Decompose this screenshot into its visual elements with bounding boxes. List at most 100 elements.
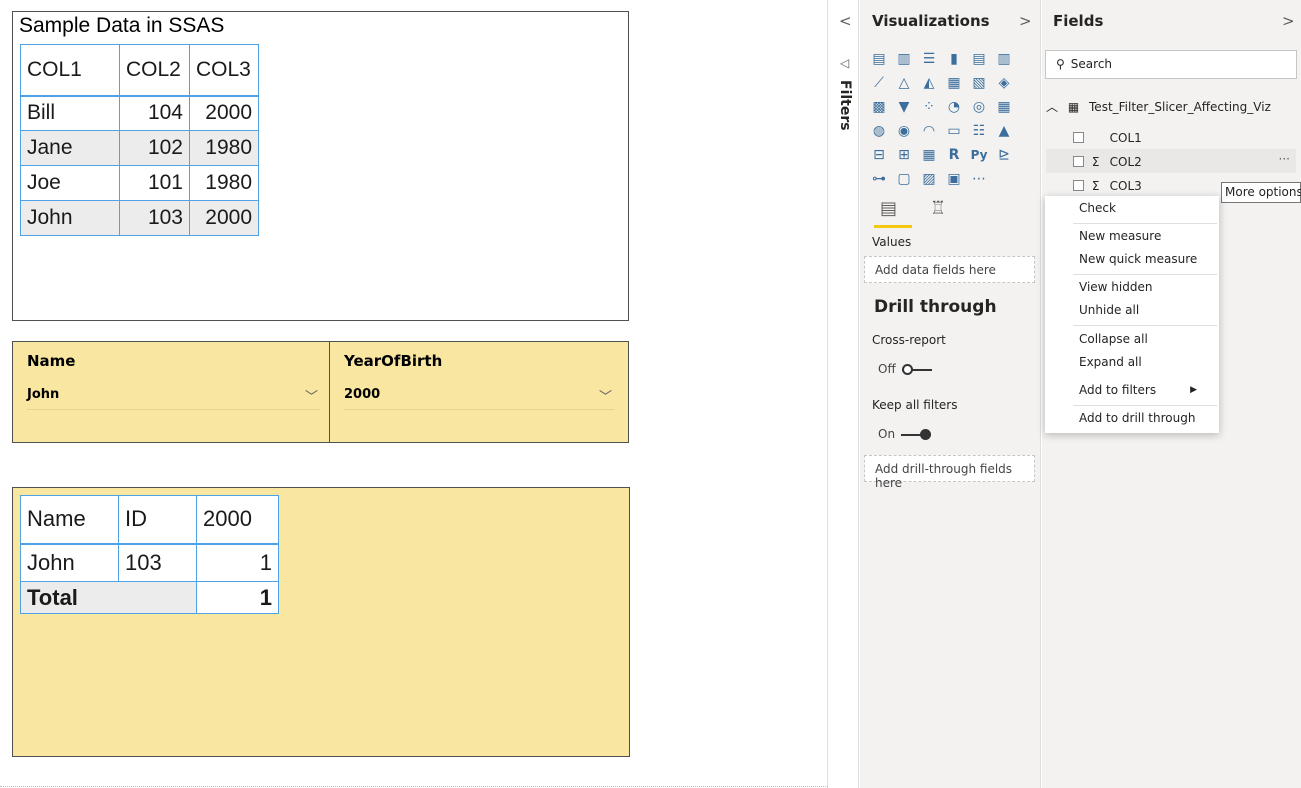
matrix-icon[interactable]: ▦: [918, 146, 940, 164]
name-slicer-dropdown[interactable]: John ﹀: [27, 380, 320, 410]
report-canvas: Sample Data in SSAS COL1 COL2 COL3 Bill …: [0, 0, 828, 788]
year-slicer[interactable]: YearOfBirth 2000 ﹀: [329, 341, 629, 443]
ribbon-chart-icon[interactable]: ◈: [993, 74, 1015, 92]
year-slicer-dropdown[interactable]: 2000 ﹀: [344, 380, 614, 410]
active-tab-indicator: [874, 225, 912, 228]
menu-item-check[interactable]: Check: [1045, 197, 1219, 219]
column-header[interactable]: ID: [118, 495, 197, 545]
menu-item-new-quick-measure[interactable]: New quick measure: [1045, 248, 1219, 270]
table-cell: 2000: [189, 200, 259, 236]
card-icon[interactable]: ▭: [943, 122, 965, 140]
field-item[interactable]: COL1: [1046, 125, 1296, 149]
line-chart-icon[interactable]: ⟋: [868, 74, 890, 92]
table-node[interactable]: ︿ ▦ Test_Filter_Slicer_Affecting_Viz: [1046, 98, 1271, 115]
field-checkbox[interactable]: [1073, 180, 1084, 191]
donut-chart-icon[interactable]: ◎: [968, 98, 990, 116]
100-column-chart-icon[interactable]: ▥: [993, 50, 1015, 68]
values-label: Values: [872, 235, 912, 249]
more-options-tooltip: More options: [1221, 182, 1301, 203]
chevron-left-icon[interactable]: <: [839, 12, 852, 30]
chevron-down-icon[interactable]: ﹀: [599, 386, 612, 405]
chevron-up-icon[interactable]: ︿: [1046, 100, 1058, 114]
chevron-right-icon[interactable]: >: [1282, 12, 1295, 30]
gauge-icon[interactable]: ◠: [918, 122, 940, 140]
line-stacked-column-icon[interactable]: ▧: [968, 74, 990, 92]
column-header[interactable]: COL2: [119, 44, 190, 97]
pie-chart-icon[interactable]: ◔: [943, 98, 965, 116]
fields-tab-icon[interactable]: ▤: [880, 198, 897, 219]
total-label: Total: [20, 581, 197, 614]
filtered-matrix-visual[interactable]: Name ID 2000 John 103 1 Total 1: [12, 487, 630, 757]
format-paint-roller-icon[interactable]: ♖: [930, 198, 946, 219]
paginated-report-icon[interactable]: ▨: [918, 170, 940, 188]
more-options-icon[interactable]: ···: [1279, 152, 1290, 166]
multi-row-card-icon[interactable]: ☷: [968, 122, 990, 140]
decomposition-tree-icon[interactable]: ⊶: [868, 170, 890, 188]
table-row: Bill 104 2000: [20, 95, 259, 131]
stacked-area-chart-icon[interactable]: ◭: [918, 74, 940, 92]
clustered-bar-chart-icon[interactable]: ☰: [918, 50, 940, 68]
chevron-down-icon[interactable]: ﹀: [305, 386, 318, 405]
line-column-chart-icon[interactable]: ▦: [943, 74, 965, 92]
menu-divider: [1073, 223, 1217, 224]
table-cell: 102: [119, 130, 190, 166]
more-visuals-icon[interactable]: ⋯: [968, 170, 990, 188]
menu-item-unhide-all[interactable]: Unhide all: [1045, 299, 1219, 321]
drill-through-well[interactable]: Add drill-through fields here: [864, 455, 1035, 490]
power-apps-icon[interactable]: ▣: [943, 170, 965, 188]
treemap-icon[interactable]: ▦: [993, 98, 1015, 116]
filled-map-icon[interactable]: ◉: [893, 122, 915, 140]
table-cell: 1980: [189, 130, 259, 166]
field-item[interactable]: Σ COL2 ···: [1046, 149, 1296, 173]
map-icon[interactable]: ◍: [868, 122, 890, 140]
key-influencers-icon[interactable]: ⊵: [993, 146, 1015, 164]
scatter-chart-icon[interactable]: ⁘: [918, 98, 940, 116]
field-checkbox[interactable]: [1073, 132, 1084, 143]
menu-item-view-hidden[interactable]: View hidden: [1045, 276, 1219, 298]
cross-report-toggle[interactable]: Off: [878, 362, 932, 376]
area-chart-icon[interactable]: △: [893, 74, 915, 92]
column-header[interactable]: COL1: [20, 44, 120, 97]
menu-item-add-to-filters[interactable]: Add to filters ▶: [1045, 379, 1219, 401]
table-cell: John: [20, 200, 120, 236]
funnel-chart-icon[interactable]: ▼: [893, 98, 915, 116]
slicer-icon[interactable]: ⊟: [868, 146, 890, 164]
table-cell: Bill: [20, 95, 120, 131]
python-visual-icon[interactable]: Py: [968, 146, 990, 164]
menu-item-new-measure[interactable]: New measure: [1045, 225, 1219, 247]
filters-label[interactable]: Filters: [837, 80, 853, 131]
sample-data-table-visual[interactable]: Sample Data in SSAS COL1 COL2 COL3 Bill …: [12, 11, 629, 321]
column-header[interactable]: COL3: [189, 44, 259, 97]
menu-divider: [1073, 325, 1217, 326]
fields-search-input[interactable]: ⚲ Search: [1045, 50, 1297, 79]
kpi-icon[interactable]: ▲: [993, 122, 1015, 140]
waterfall-chart-icon[interactable]: ▩: [868, 98, 890, 116]
stacked-column-chart-icon[interactable]: ▥: [893, 50, 915, 68]
total-row: Total 1: [20, 581, 279, 614]
keep-filters-toggle[interactable]: On: [878, 427, 932, 441]
slicer-value: 2000: [344, 387, 381, 402]
filters-pane-collapsed[interactable]: < ◁ Filters: [829, 0, 859, 788]
menu-item-expand-all[interactable]: Expand all: [1045, 351, 1219, 373]
table-cell: 101: [119, 165, 190, 201]
menu-divider: [1073, 274, 1217, 275]
menu-item-collapse-all[interactable]: Collapse all: [1045, 328, 1219, 350]
expand-filters-icon[interactable]: ◁: [840, 56, 849, 70]
keep-filters-label: Keep all filters: [872, 398, 958, 412]
table-icon[interactable]: ⊞: [893, 146, 915, 164]
r-visual-icon[interactable]: R: [943, 146, 965, 164]
column-header[interactable]: Name: [20, 495, 119, 545]
column-header[interactable]: 2000: [196, 495, 279, 545]
stacked-bar-chart-icon[interactable]: ▤: [868, 50, 890, 68]
visualizations-title: Visualizations: [872, 12, 990, 30]
table-cell: 1: [196, 543, 279, 582]
qa-icon[interactable]: ▢: [893, 170, 915, 188]
field-name: COL2: [1109, 155, 1142, 169]
menu-item-add-to-drill-through[interactable]: Add to drill through: [1045, 407, 1219, 429]
chevron-right-icon[interactable]: >: [1019, 12, 1032, 30]
clustered-column-chart-icon[interactable]: ▮: [943, 50, 965, 68]
field-checkbox[interactable]: [1073, 156, 1084, 167]
name-slicer[interactable]: Name John ﹀: [12, 341, 335, 443]
values-well[interactable]: Add data fields here: [864, 256, 1035, 283]
100-bar-chart-icon[interactable]: ▤: [968, 50, 990, 68]
